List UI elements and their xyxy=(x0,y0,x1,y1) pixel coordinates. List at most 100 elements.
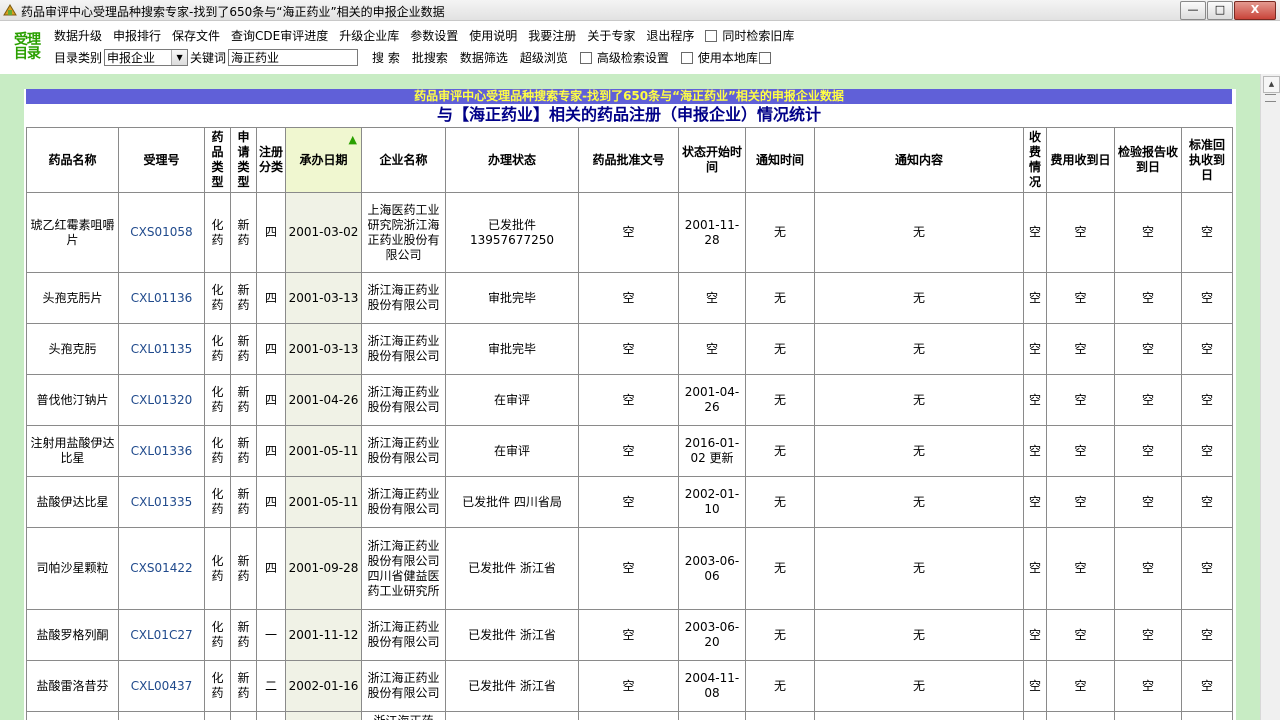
menu-bar: 数据升级 申报排行 保存文件 查询CDE审评进度 升级企业库 参数设置 使用说明… xyxy=(54,27,794,44)
col-header-status[interactable]: 办理状态 xyxy=(445,127,579,193)
col-header-status-start[interactable]: 状态开始时间 xyxy=(678,127,746,193)
table-row[interactable]: 盐酸雷洛昔芬 CXL00437 化药 新药二 2002-01-16 浙江海正药业股份有限公… xyxy=(26,660,1233,712)
minimize-button[interactable]: — xyxy=(1180,1,1206,20)
cell-fee: 空 xyxy=(1023,272,1047,324)
cell-fee-received xyxy=(1046,711,1115,720)
cell-date: 2001-09-28 xyxy=(285,527,362,610)
menu-item-register[interactable]: 我要注册 xyxy=(528,27,576,44)
cell-drug-type: 化药 xyxy=(204,425,231,477)
menu-item-data-upgrade[interactable]: 数据升级 xyxy=(54,27,102,44)
app-logo: 受理 目录 xyxy=(10,33,44,63)
cell-report-received: 空 xyxy=(1114,192,1182,273)
table-row[interactable]: 司帕沙星颗粒 CXS01422 化药 新药四 2001-09-28 浙江海正药业股份有限公… xyxy=(26,527,1233,610)
cell-apply-type xyxy=(230,711,257,720)
cell-notice-content xyxy=(814,711,1024,720)
col-header-fee[interactable]: 收费情况 xyxy=(1023,127,1047,193)
cell-fee: 空 xyxy=(1023,323,1047,375)
table-row[interactable]: 头孢克肟片 CXL01136 化药 新药四 2001-03-13 浙江海正药业股份有限公司… xyxy=(26,272,1233,324)
col-header-date[interactable]: ▲ 承办日期 xyxy=(285,127,362,193)
cell-accept-no[interactable]: CXL01320 xyxy=(118,374,205,426)
super-browse-button[interactable]: 超级浏览 xyxy=(520,49,568,66)
col-header-reg-class[interactable]: 注册分类 xyxy=(256,127,286,193)
chevron-down-icon[interactable]: ▼ xyxy=(171,50,188,65)
menu-item-about[interactable]: 关于专家 xyxy=(587,27,635,44)
menu-item-exit[interactable]: 退出程序 xyxy=(646,27,694,44)
table-row[interactable]: 琥乙红霉素咀嚼片 CXS01058 化药 新药四 2001-03-02 上海医药工业研究院… xyxy=(26,192,1233,273)
cell-notice-content: 无 xyxy=(814,374,1024,426)
cell-accept-no[interactable]: CXL01C27 xyxy=(118,609,205,661)
cell-accept-no[interactable]: CXL01135 xyxy=(118,323,205,375)
col-header-approval-no[interactable]: 药品批准文号 xyxy=(578,127,679,193)
data-filter-button[interactable]: 数据筛选 xyxy=(460,49,508,66)
cell-accept-no[interactable]: CXS01058 xyxy=(118,192,205,273)
cell-drug-type: 化药 xyxy=(204,527,231,610)
col-header-receipt-received[interactable]: 标准回执收到日 xyxy=(1181,127,1233,193)
cell-drug-name: 盐酸罗格列酮 xyxy=(26,609,119,661)
batch-search-button[interactable]: 批搜索 xyxy=(412,49,448,66)
close-button[interactable]: X xyxy=(1234,1,1276,20)
cell-fee-received: 空 xyxy=(1046,476,1115,528)
table-row[interactable]: 头孢克肟 CXL01135 化药 新药四 2001-03-13 浙江海正药业股份有限公司审… xyxy=(26,323,1233,375)
cell-accept-no[interactable]: CXL01336 xyxy=(118,425,205,477)
search-button[interactable]: 搜 索 xyxy=(372,49,400,66)
col-header-company[interactable]: 企业名称 xyxy=(361,127,446,193)
category-select[interactable]: 申报企业 ▼ xyxy=(104,49,189,66)
cell-notice-content: 无 xyxy=(814,660,1024,712)
table-row[interactable]: 盐酸罗格列酮 CXL01C27 化药 新药一 2001-11-12 浙江海正药业股份有限公… xyxy=(26,609,1233,661)
result-banner: 药品审评中心受理品种搜索专家-找到了650条与“海正药业”相关的申报企业数据 xyxy=(26,89,1232,104)
col-header-report-received[interactable]: 检验报告收到日 xyxy=(1114,127,1182,193)
advanced-search-checkbox[interactable] xyxy=(579,51,592,64)
cell-status-start: 2004-11-08 xyxy=(678,660,746,712)
cell-accept-no[interactable]: CXL01335 xyxy=(118,476,205,528)
col-header-notice-content[interactable]: 通知内容 xyxy=(814,127,1024,193)
table-row[interactable]: 浙江海正药 xyxy=(26,711,1233,720)
maximize-button[interactable]: □ xyxy=(1207,1,1233,20)
menu-item-save-file[interactable]: 保存文件 xyxy=(172,27,220,44)
cell-status-start: 2016-01-02 更新 xyxy=(678,425,746,477)
advanced-search-label: 高级检索设置 xyxy=(596,51,669,65)
local-db-checkbox[interactable] xyxy=(680,51,693,64)
cell-notice-time: 无 xyxy=(745,609,815,661)
cell-fee-received: 空 xyxy=(1046,425,1115,477)
keyword-input[interactable] xyxy=(228,49,359,66)
cell-approval-no: 空 xyxy=(578,192,679,273)
cell-fee-received: 空 xyxy=(1046,192,1115,273)
menu-item-cde-progress[interactable]: 查询CDE审评进度 xyxy=(231,27,328,44)
cell-date: 2001-05-11 xyxy=(285,425,362,477)
col-header-fee-received[interactable]: 费用收到日 xyxy=(1046,127,1115,193)
history-checkbox[interactable] xyxy=(705,29,718,42)
cell-drug-type: 化药 xyxy=(204,660,231,712)
col-header-accept-no[interactable]: 受理号 xyxy=(118,127,205,193)
cell-accept-no[interactable]: CXL01136 xyxy=(118,272,205,324)
table-row[interactable]: 普伐他汀钠片 CXL01320 化药 新药四 2001-04-26 浙江海正药业股份有限公… xyxy=(26,374,1233,426)
table-row[interactable]: 注射用盐酸伊达比星 CXL01336 化药 新药四 2001-05-11 浙江海正药业股份… xyxy=(26,425,1233,477)
scroll-up-icon[interactable]: ▲ xyxy=(1263,76,1280,93)
table-row[interactable]: 盐酸伊达比星 CXL01335 化药 新药四 2001-05-11 浙江海正药业股份有限公… xyxy=(26,476,1233,528)
cell-fee-received: 空 xyxy=(1046,527,1115,610)
cell-status: 审批完毕 xyxy=(445,323,579,375)
menu-item-ranking[interactable]: 申报排行 xyxy=(113,27,161,44)
cell-drug-name: 盐酸雷洛昔芬 xyxy=(26,660,119,712)
cell-accept-no[interactable]: CXL00437 xyxy=(118,660,205,712)
scroll-thumb[interactable] xyxy=(1265,94,1276,102)
menu-item-upgrade-company[interactable]: 升级企业库 xyxy=(339,27,399,44)
cell-apply-type: 新药 xyxy=(230,425,257,477)
cell-status: 在审评 xyxy=(445,374,579,426)
cell-accept-no[interactable] xyxy=(118,711,205,720)
col-header-notice-time[interactable]: 通知时间 xyxy=(745,127,815,193)
menu-item-help[interactable]: 使用说明 xyxy=(469,27,517,44)
menu-item-settings[interactable]: 参数设置 xyxy=(410,27,458,44)
col-header-drug-type[interactable]: 药品类型 xyxy=(204,127,231,193)
scrollbar[interactable]: ▲ xyxy=(1260,74,1280,720)
history-checkbox-label: 同时检索旧库 xyxy=(722,29,795,43)
cell-apply-type: 新药 xyxy=(230,192,257,273)
cell-receipt-received: 空 xyxy=(1181,527,1233,610)
cell-notice-time: 无 xyxy=(745,527,815,610)
local-db-checkbox-2[interactable] xyxy=(758,51,771,64)
cell-status: 在审评 xyxy=(445,425,579,477)
cell-drug-name: 头孢克肟 xyxy=(26,323,119,375)
cell-apply-type: 新药 xyxy=(230,374,257,426)
cell-accept-no[interactable]: CXS01422 xyxy=(118,527,205,610)
col-header-drug-name[interactable]: 药品名称 xyxy=(26,127,119,193)
col-header-apply-type[interactable]: 申请类型 xyxy=(230,127,257,193)
